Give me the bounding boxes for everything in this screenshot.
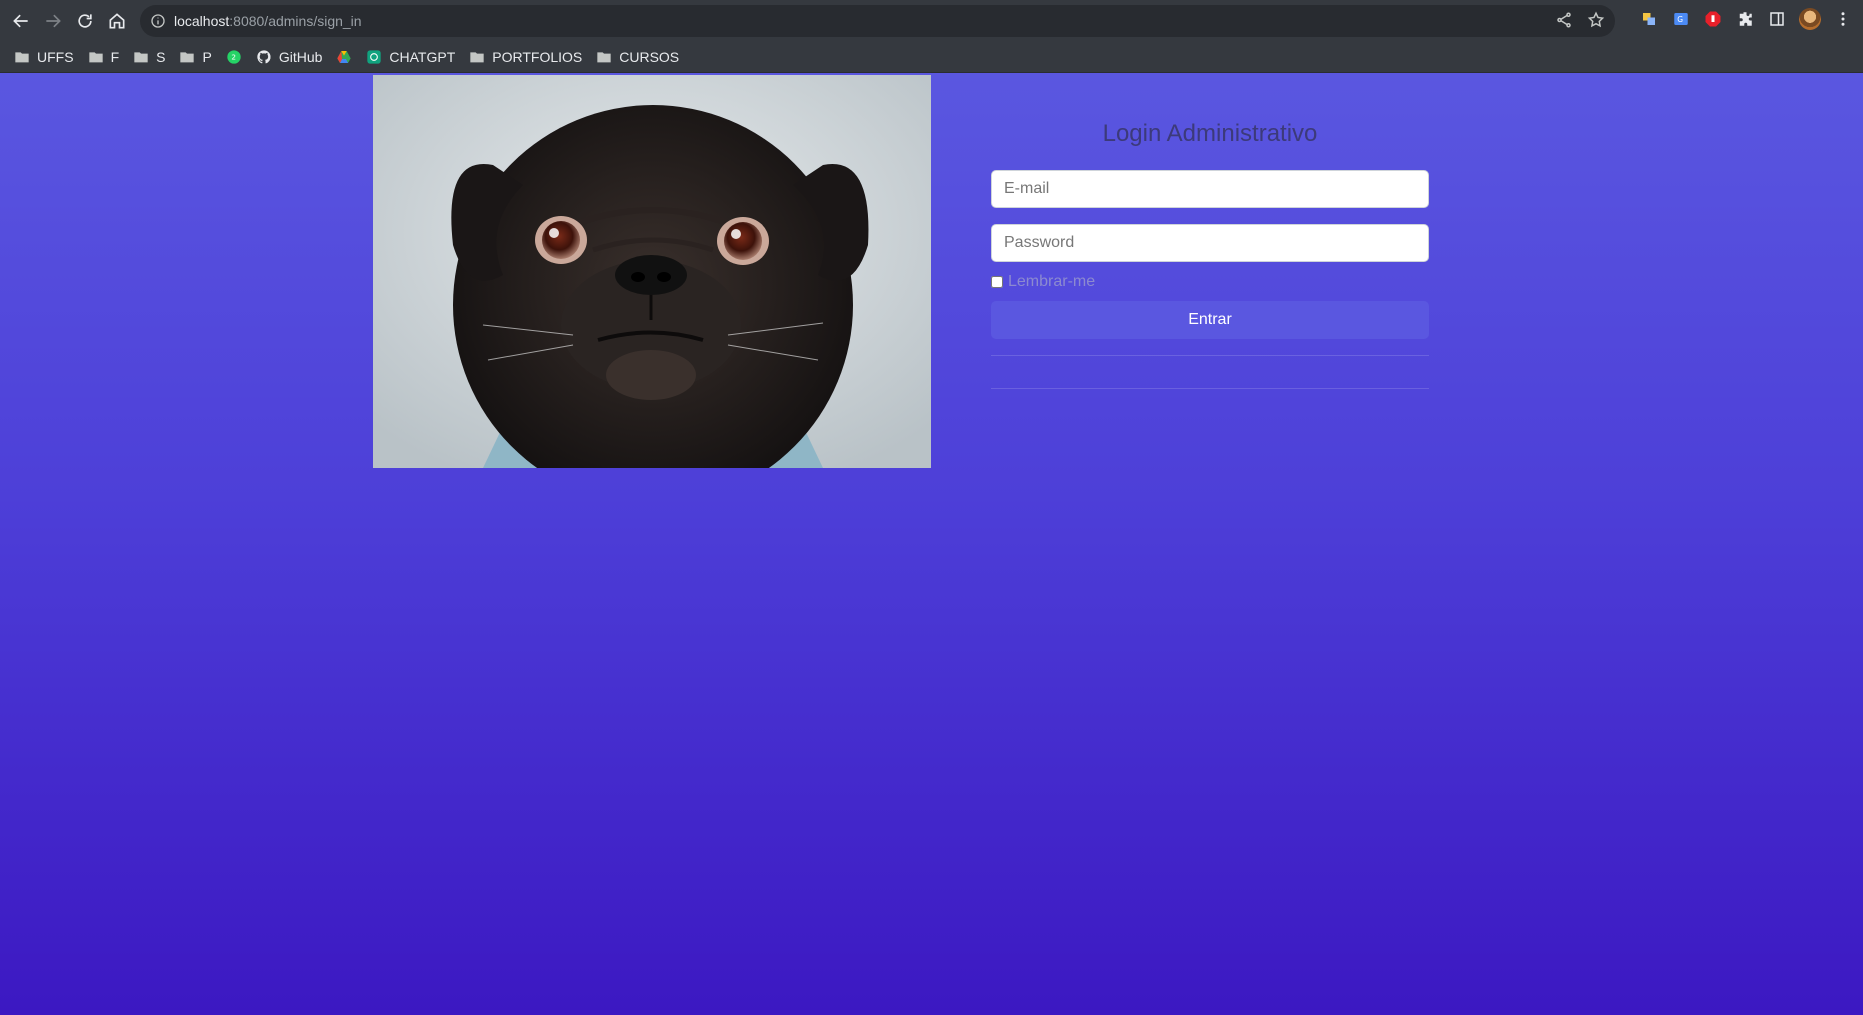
bookmark-label: S xyxy=(156,49,166,65)
entrar-button[interactable]: Entrar xyxy=(991,301,1429,339)
forward-icon[interactable] xyxy=(37,5,69,37)
folder-icon xyxy=(597,52,611,63)
url-host: localhost xyxy=(174,13,230,29)
bookmark-label: GitHub xyxy=(278,49,323,65)
page-background: Login Administrativo Lembrar-me Entrar xyxy=(0,73,1863,1015)
login-form: Login Administrativo Lembrar-me Entrar xyxy=(991,73,1429,389)
bookmark-label: PORTFOLIOS xyxy=(492,49,583,65)
bookmark-uffs[interactable]: UFFS xyxy=(14,49,74,65)
extensions-puzzle-icon[interactable] xyxy=(1735,9,1755,29)
bookmark-portfolios[interactable]: PORTFOLIOS xyxy=(469,49,582,65)
email-field[interactable] xyxy=(991,170,1429,208)
whatsapp-icon: 2 xyxy=(227,50,241,64)
site-info-icon[interactable] xyxy=(150,13,166,29)
extension-color-icon[interactable] xyxy=(1639,9,1659,29)
bookmark-whatsapp[interactable]: 2 xyxy=(226,49,242,65)
remember-me[interactable]: Lembrar-me xyxy=(991,273,1429,291)
folder-icon xyxy=(470,52,484,63)
url-text: localhost:8080/admins/sign_in xyxy=(174,13,362,29)
translate-icon[interactable]: G xyxy=(1671,9,1691,29)
folder-icon xyxy=(180,52,195,63)
remember-me-label: Lembrar-me xyxy=(1008,273,1096,290)
bookmark-chatgpt[interactable]: CHATGPT xyxy=(366,49,455,65)
folder-icon xyxy=(88,52,103,63)
reload-icon[interactable] xyxy=(69,5,101,37)
side-panel-icon[interactable] xyxy=(1767,9,1787,29)
bookmark-label: P xyxy=(202,49,212,65)
github-icon xyxy=(257,50,271,64)
home-icon[interactable] xyxy=(101,5,133,37)
bookmark-star-icon[interactable] xyxy=(1587,11,1605,29)
bookmark-p[interactable]: P xyxy=(179,49,212,65)
bookmarks-bar: UFFS F S P 2 GitHub CHATGPT PORTFOLIOS C… xyxy=(0,42,1863,73)
bookmark-label: F xyxy=(110,49,120,65)
bookmark-github[interactable]: GitHub xyxy=(256,49,323,65)
divider xyxy=(991,355,1429,356)
pug-photo xyxy=(373,75,931,468)
pug-illustration xyxy=(373,75,931,468)
folder-icon xyxy=(15,52,29,63)
address-bar[interactable]: localhost:8080/admins/sign_in xyxy=(140,5,1615,37)
menu-kebab-icon[interactable] xyxy=(1833,9,1853,29)
bookmark-drive[interactable] xyxy=(336,49,352,65)
whatsapp-badge: 2 xyxy=(231,53,236,62)
bookmark-label: CHATGPT xyxy=(389,49,456,65)
back-icon[interactable] xyxy=(5,5,37,37)
browser-toolbar: localhost:8080/admins/sign_in G xyxy=(0,0,1863,42)
bookmark-f[interactable]: F xyxy=(88,49,120,65)
chatgpt-icon xyxy=(367,50,382,64)
folder-icon xyxy=(134,52,148,63)
divider xyxy=(991,388,1429,389)
adblock-icon[interactable] xyxy=(1703,9,1723,29)
bookmark-label: CURSOS xyxy=(619,49,680,65)
bookmark-label: UFFS xyxy=(37,49,74,65)
bookmark-cursos[interactable]: CURSOS xyxy=(596,49,679,65)
drive-icon xyxy=(337,51,352,63)
svg-text:G: G xyxy=(1677,15,1683,24)
url-path: :8080/admins/sign_in xyxy=(229,13,362,29)
password-field[interactable] xyxy=(991,224,1429,262)
profile-avatar[interactable] xyxy=(1799,8,1821,30)
bookmark-s[interactable]: S xyxy=(133,49,165,65)
share-icon[interactable] xyxy=(1555,11,1573,29)
login-title: Login Administrativo xyxy=(1102,120,1318,147)
remember-me-checkbox[interactable] xyxy=(991,276,1003,288)
